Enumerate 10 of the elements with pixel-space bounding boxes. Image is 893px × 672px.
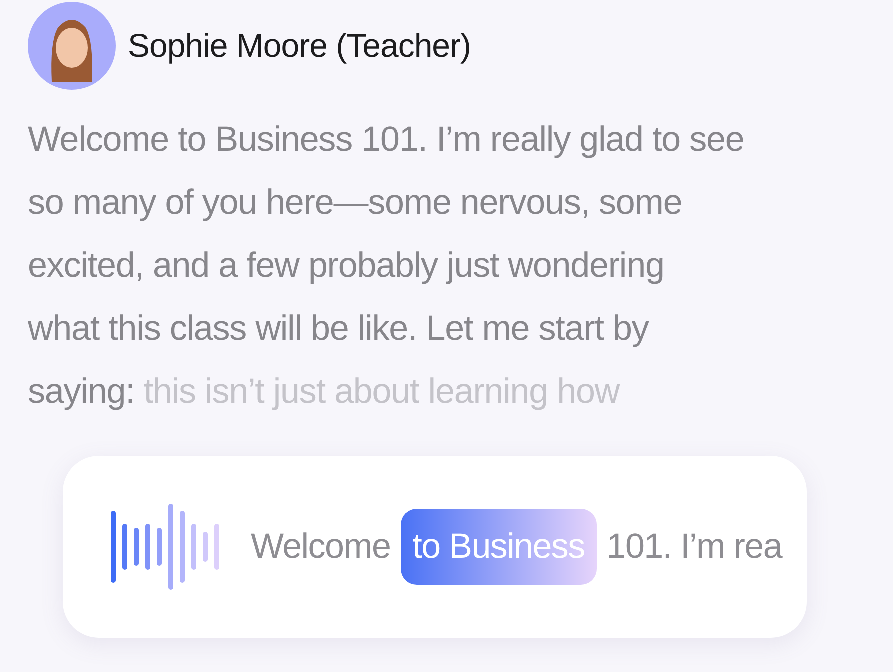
- spoken-transcript-text: saying:: [28, 372, 135, 411]
- spoken-transcript-text: Welcome to Business 101. I’m really glad to see: [28, 120, 744, 159]
- spoken-transcript-text: excited, and a few probably just wondering: [28, 246, 664, 285]
- avatar-icon: [28, 2, 116, 90]
- caption-word: Welcome: [251, 527, 391, 567]
- caption-word: 101. I’m rea: [606, 527, 782, 567]
- spoken-transcript-text: what this class will be like. Let me start by: [28, 309, 649, 348]
- highlighted-caption-word: to Business: [400, 509, 597, 585]
- speaker-name: Sophie Moore (Teacher): [128, 27, 472, 65]
- spoken-transcript-text: so many of you here—some nervous, some: [28, 183, 682, 222]
